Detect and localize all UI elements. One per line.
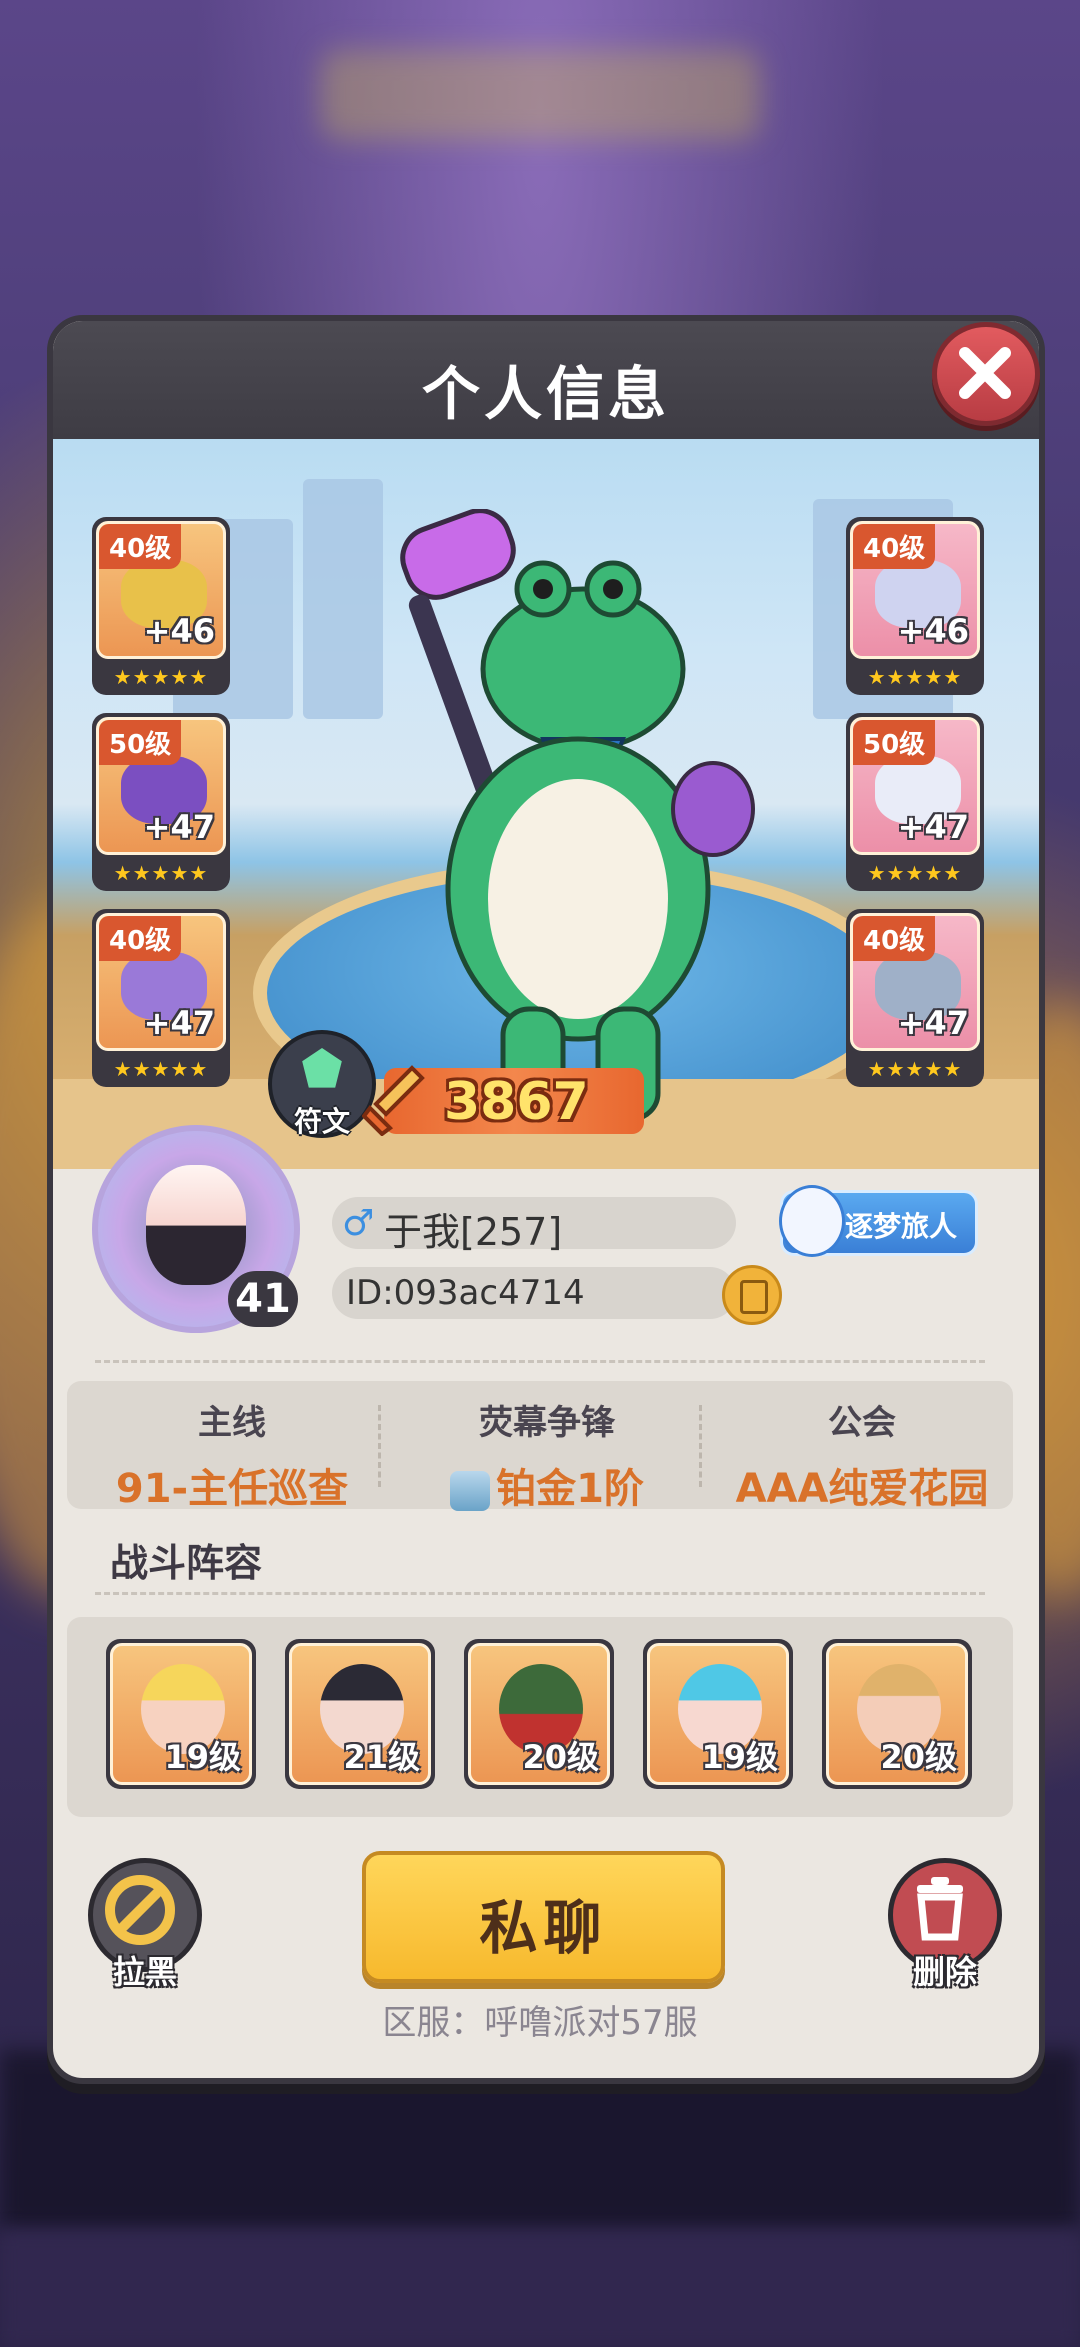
- equipment-card: 40级 +47: [96, 913, 226, 1051]
- hero-level: 19级: [701, 1738, 778, 1776]
- avatar[interactable]: 41: [92, 1125, 300, 1333]
- close-icon: [959, 347, 1011, 399]
- sword-icon: [362, 1065, 425, 1136]
- private-chat-label: 私聊: [479, 1894, 608, 1962]
- stat-value: 铂金1阶: [496, 1466, 644, 1512]
- character-frog: [400, 509, 755, 1122]
- equipment-card: 40级 +46: [850, 521, 980, 659]
- battle-lineup: 19级 21级 20级 19级 20级: [67, 1617, 1013, 1817]
- delete-friend-button[interactable]: 删除: [888, 1858, 1002, 1991]
- equipment-slot-left-3[interactable]: 40级 +47 ★★★★★: [92, 909, 230, 1087]
- equipment-stars: ★★★★★: [113, 665, 209, 689]
- equipment-slot-left-2[interactable]: 50级 +47 ★★★★★: [92, 713, 230, 891]
- equipment-card: 50级 +47: [96, 717, 226, 855]
- player-name-field: ♂ 于我[257]: [332, 1197, 736, 1254]
- team-section-title: 战斗阵容: [110, 1541, 263, 1585]
- hero-portrait: 19级: [110, 1643, 252, 1785]
- stat-label: 荧幕争锋: [479, 1403, 615, 1443]
- equipment-stars: ★★★★★: [867, 1057, 963, 1081]
- player-level: 41: [228, 1271, 298, 1327]
- stat-guild[interactable]: 公会 AAA纯爱花园: [717, 1395, 1007, 1514]
- equipment-bonus: +47: [897, 808, 969, 846]
- equipment-level: 50级: [99, 720, 182, 765]
- equipment-level: 40级: [99, 916, 182, 961]
- background-title-blur: [320, 50, 760, 140]
- stat-value: AAA纯爱花园: [735, 1466, 989, 1512]
- combat-power: 3867: [362, 1065, 644, 1136]
- stat-value-row: 铂金1阶: [397, 1456, 697, 1514]
- hero-card[interactable]: 21级: [285, 1639, 435, 1789]
- stats-panel: 主线 91-主任巡查 荧幕争锋 铂金1阶 公会 AAA纯爱花园: [67, 1381, 1013, 1512]
- divider: [378, 1405, 381, 1487]
- equipment-bonus: +47: [897, 1004, 969, 1042]
- stat-arena: 荧幕争锋 铂金1阶: [397, 1395, 697, 1514]
- player-name: 于我[257]: [384, 1210, 563, 1254]
- block-icon: [105, 1875, 175, 1945]
- male-icon: ♂: [342, 1203, 375, 1244]
- hero-level: 20级: [522, 1738, 599, 1776]
- title-badge-label: 逐梦旅人: [845, 1210, 958, 1243]
- stat-value: 91-主任巡查: [115, 1466, 349, 1512]
- equipment-slot-right-2[interactable]: 50级 +47 ★★★★★: [846, 713, 984, 891]
- divider: [95, 1360, 985, 1363]
- hero-card[interactable]: 20级: [822, 1639, 972, 1789]
- copy-icon: [740, 1280, 768, 1314]
- rune-button[interactable]: 符文: [268, 1030, 376, 1138]
- hero-portrait: 21级: [289, 1643, 431, 1785]
- stat-label: 公会: [828, 1403, 896, 1443]
- player-id-field: ID:093ac4714: [332, 1267, 736, 1319]
- avatar-portrait: [146, 1165, 246, 1285]
- equipment-level: 40级: [853, 916, 936, 961]
- copy-id-button[interactable]: [722, 1265, 782, 1325]
- equipment-bonus: +46: [897, 612, 969, 650]
- equipment-slot-left-1[interactable]: 40级 +46 ★★★★★: [92, 517, 230, 695]
- divider: [699, 1405, 702, 1487]
- combat-power-value: 3867: [444, 1072, 589, 1132]
- divider: [95, 1592, 985, 1595]
- hero-level: 20级: [880, 1738, 957, 1776]
- dialog-header: 个人信息: [53, 321, 1039, 439]
- delete-label: 删除: [912, 1953, 977, 1991]
- rank-icon: [450, 1471, 491, 1511]
- hero-portrait: 20级: [468, 1643, 610, 1785]
- equipment-card: 40级 +47: [850, 913, 980, 1051]
- player-id: ID:093ac4714: [346, 1273, 585, 1313]
- equipment-stars: ★★★★★: [867, 861, 963, 885]
- equipment-slot-right-3[interactable]: 40级 +47 ★★★★★: [846, 909, 984, 1087]
- rune-label: 符文: [293, 1105, 350, 1138]
- equipment-stars: ★★★★★: [867, 665, 963, 689]
- block-label: 拉黑: [112, 1953, 177, 1991]
- equipment-slot-right-1[interactable]: 40级 +46 ★★★★★: [846, 517, 984, 695]
- equipment-level: 40级: [853, 524, 936, 569]
- hero-card[interactable]: 20级: [464, 1639, 614, 1789]
- equipment-stars: ★★★★★: [113, 1057, 209, 1081]
- private-chat-button[interactable]: 私聊: [362, 1851, 725, 1983]
- dialog-title: 个人信息: [421, 360, 670, 428]
- hero-card[interactable]: 19级: [106, 1639, 256, 1789]
- hero-portrait: 19级: [647, 1643, 789, 1785]
- equipment-bonus: +47: [143, 1004, 215, 1042]
- hero-portrait: 20级: [826, 1643, 968, 1785]
- block-button[interactable]: 拉黑: [88, 1858, 202, 1991]
- equipment-stars: ★★★★★: [113, 861, 209, 885]
- server-info: 区服：呼噜派对57服: [382, 2003, 698, 2043]
- title-badge[interactable]: 逐梦旅人: [779, 1185, 978, 1257]
- equipment-level: 50级: [853, 720, 936, 765]
- rune-gem-icon: [302, 1048, 342, 1088]
- pet-icon: [779, 1185, 845, 1257]
- hero-level: 19级: [164, 1738, 241, 1776]
- hero-card[interactable]: 19级: [643, 1639, 793, 1789]
- hero-level: 21级: [343, 1738, 420, 1776]
- background-bottom-bar: [0, 2230, 1080, 2347]
- trash-icon: [917, 1877, 963, 1941]
- equipment-bonus: +47: [143, 808, 215, 846]
- equipment-bonus: +46: [143, 612, 215, 650]
- equipment-card: 50级 +47: [850, 717, 980, 855]
- stat-label: 主线: [198, 1403, 266, 1443]
- equipment-level: 40级: [99, 524, 182, 569]
- equipment-card: 40级 +46: [96, 521, 226, 659]
- stat-mainline: 主线 91-主任巡查: [87, 1395, 377, 1514]
- close-button[interactable]: [932, 322, 1040, 426]
